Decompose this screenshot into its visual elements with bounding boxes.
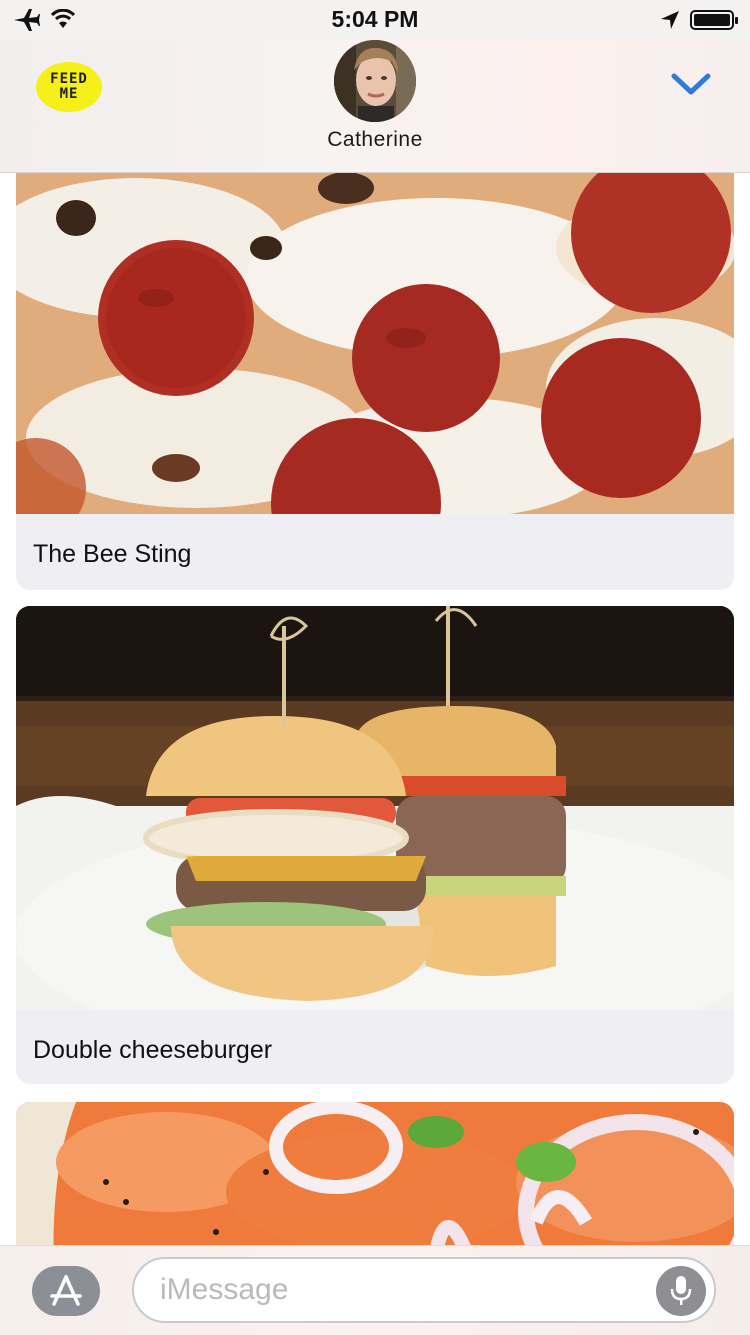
imessage-input[interactable]: iMessage [132,1257,716,1323]
microphone-icon [670,1276,692,1305]
location-arrow-icon [661,11,679,29]
contact-name[interactable]: Catherine [0,128,750,152]
food-card[interactable]: Double cheeseburger [16,606,734,1084]
app-badge-line1: FEED [50,71,88,87]
app-store-icon [50,1275,82,1306]
food-feed: The Bee Sting Double cheeseburger [0,172,750,1245]
message-placeholder: iMessage [160,1273,289,1306]
cheeseburger-photo [16,606,734,1010]
pepperoni-pizza-photo [16,172,734,514]
contact-photo [334,40,416,122]
food-card[interactable]: The Bee Sting [16,172,734,590]
app-badge-line2: ME [59,86,79,102]
conversation-header: FEED ME Catherine [0,40,750,173]
smoked-salmon-bagel-photo [16,1102,734,1245]
feed-me-app-badge[interactable]: FEED ME [36,62,102,112]
food-title: Double cheeseburger [33,1036,273,1064]
battery-icon [690,10,738,30]
chevron-down-icon[interactable] [670,70,712,98]
food-title: The Bee Sting [33,540,192,568]
status-bar: 5:04 PM [0,0,750,40]
avatar[interactable] [334,40,416,122]
message-composer: iMessage [0,1245,750,1335]
food-card[interactable] [16,1102,734,1245]
app-store-button[interactable] [32,1266,100,1316]
status-time: 5:04 PM [331,6,419,32]
microphone-button[interactable] [656,1266,706,1316]
